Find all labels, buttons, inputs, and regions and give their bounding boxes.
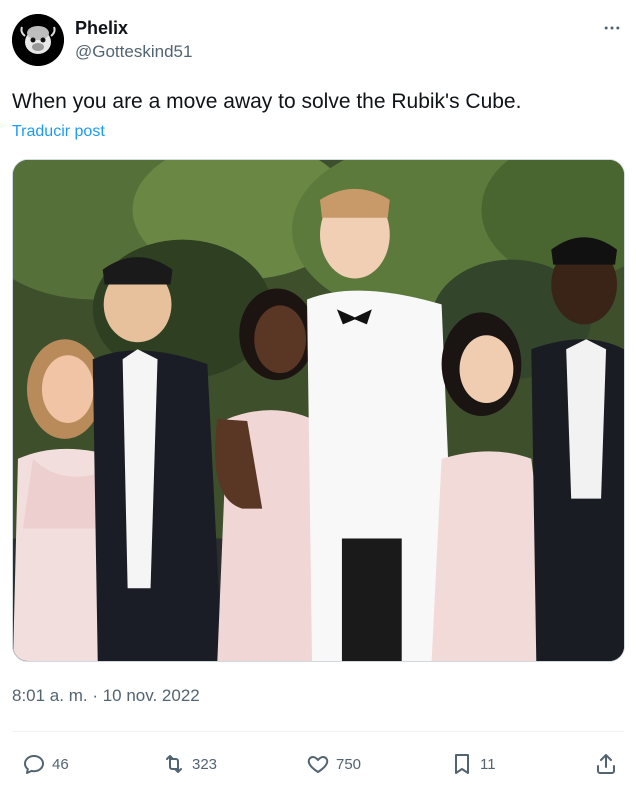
gorilla-icon bbox=[12, 14, 64, 66]
bookmark-icon bbox=[455, 754, 469, 774]
tweet-actions: 46 323 750 11 bbox=[12, 744, 624, 784]
reply-count: 46 bbox=[52, 755, 69, 773]
share-button[interactable] bbox=[594, 744, 618, 784]
retweet-count: 323 bbox=[192, 755, 218, 773]
divider bbox=[12, 731, 624, 732]
retweet-button[interactable]: 323 bbox=[162, 744, 217, 784]
translate-post-link[interactable]: Traducir post bbox=[12, 123, 105, 141]
reply-icon bbox=[24, 755, 44, 774]
like-button[interactable]: 750 bbox=[306, 744, 361, 784]
bookmark-count: 11 bbox=[480, 755, 496, 773]
more-options-icon[interactable] bbox=[600, 16, 624, 40]
retweet-icon bbox=[166, 755, 182, 773]
tweet-media-photo[interactable] bbox=[12, 159, 625, 662]
tweet-header: Phelix @Gotteskind51 bbox=[12, 14, 624, 66]
like-count: 750 bbox=[336, 755, 362, 773]
author-handle[interactable]: @Gotteskind51 bbox=[75, 42, 192, 62]
reply-button[interactable]: 46 bbox=[22, 744, 69, 784]
author-name[interactable]: Phelix bbox=[75, 18, 128, 39]
heart-icon bbox=[307, 756, 329, 773]
avatar[interactable] bbox=[12, 14, 64, 66]
prom-group-photo bbox=[13, 160, 624, 661]
tweet-text: When you are a move away to solve the Ru… bbox=[12, 90, 522, 113]
bookmark-button[interactable]: 11 bbox=[450, 744, 496, 784]
share-icon bbox=[597, 754, 615, 774]
tweet-timestamp[interactable]: 8:01 a. m. · 10 nov. 2022 bbox=[12, 686, 200, 706]
